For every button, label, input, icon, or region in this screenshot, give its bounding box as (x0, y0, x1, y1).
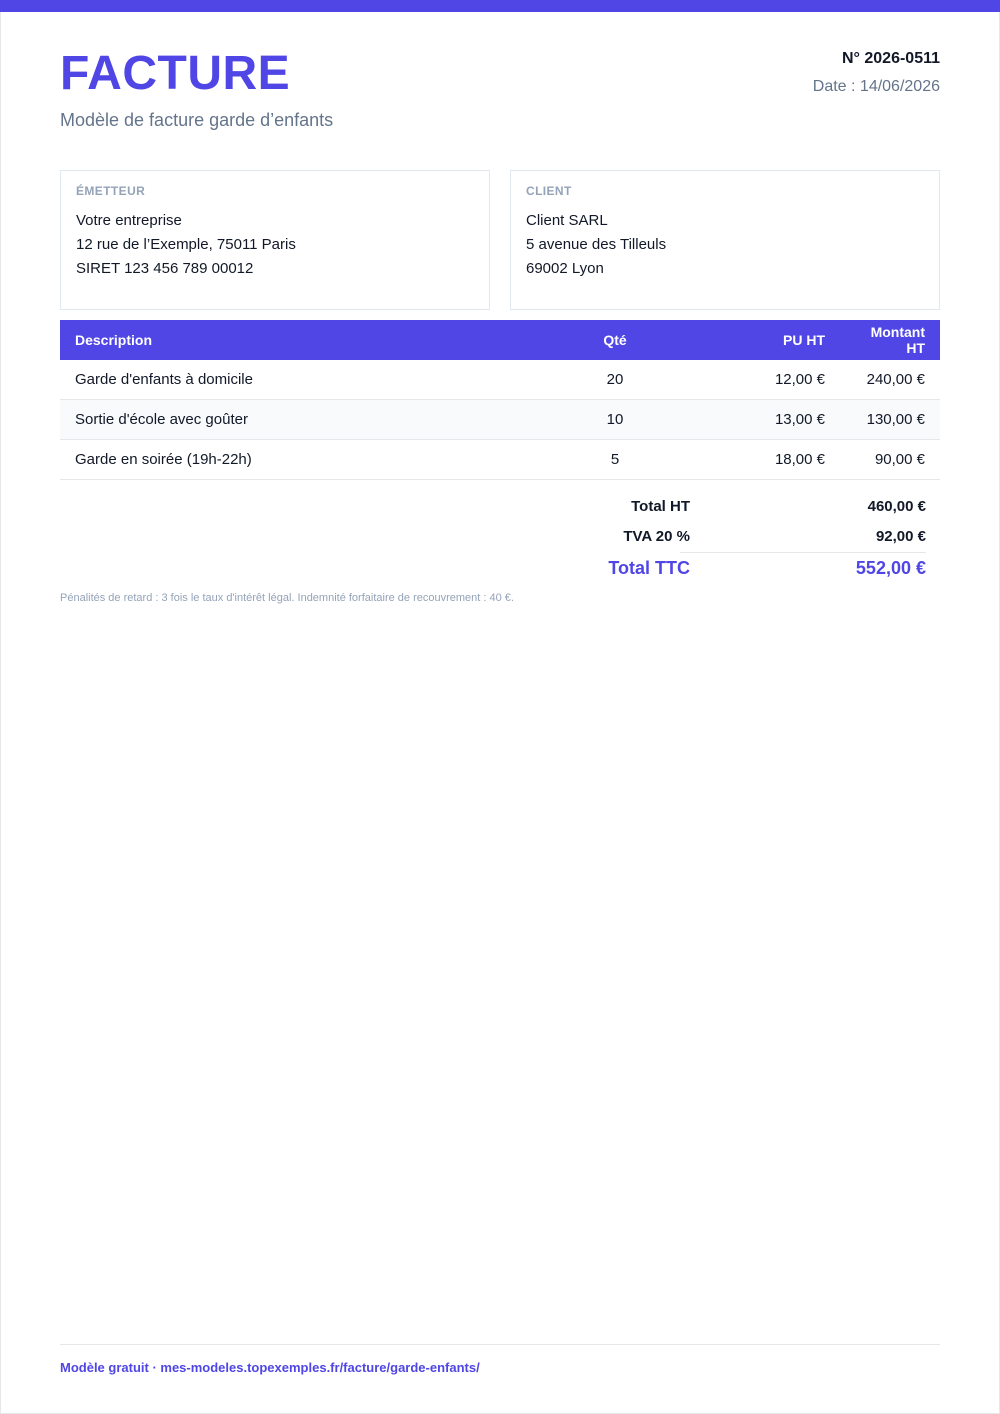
tva-label: TVA 20 % (623, 528, 690, 545)
item-amount: 90,00 € (840, 439, 940, 480)
item-unit-price: 18,00 € (670, 439, 840, 480)
table-row: Sortie d'école avec goûter 10 13,00 € 13… (60, 399, 940, 440)
emitter-line: SIRET 123 456 789 00012 (76, 260, 254, 277)
totals-divider (680, 552, 926, 553)
emitter-label: ÉMETTEUR (76, 184, 146, 198)
client-box: CLIENT Client SARL 5 avenue des Tilleuls… (510, 170, 940, 310)
tva-value: 92,00 € (875, 528, 926, 545)
footer-divider (60, 1344, 940, 1345)
invoice-number: N° 2026-0511 (841, 50, 940, 67)
invoice-meta: N° 2026-0511 Date : 14/06/2026 (813, 48, 940, 98)
item-description: Sortie d'école avec goûter (60, 399, 560, 440)
item-unit-price: 12,00 € (670, 360, 840, 400)
item-quantity: 10 (560, 399, 670, 440)
total-ttc-value: 552,00 € (855, 558, 926, 578)
table-row: Garde d'enfants à domicile 20 12,00 € 24… (60, 360, 940, 400)
item-amount: 240,00 € (840, 360, 940, 400)
emitter-line: 12 rue de l’Exemple, 75011 Paris (76, 236, 296, 253)
table-header-row: Description Qté PU HT Montant HT (60, 320, 940, 360)
total-ht-label: Total HT (631, 498, 690, 515)
document-subtitle: Modèle de facture garde d’enfants (60, 110, 334, 130)
client-label: CLIENT (526, 184, 572, 198)
emitter-box: ÉMETTEUR Votre entreprise 12 rue de l’Ex… (60, 170, 490, 310)
document-title: FACTURE (60, 47, 291, 100)
item-description: Garde en soirée (19h-22h) (60, 439, 560, 480)
invoice-date: Date : 14/06/2026 (812, 78, 940, 95)
item-unit-price: 13,00 € (670, 399, 840, 440)
column-header-quantity: Qté (560, 320, 670, 360)
legal-note: Pénalités de retard : 3 fois le taux d'i… (60, 592, 514, 604)
client-line: 5 avenue des Tilleuls (526, 236, 667, 253)
client-line: 69002 Lyon (526, 260, 604, 277)
item-quantity: 20 (560, 360, 670, 400)
document-header: FACTURE Modèle de facture garde d’enfant… (60, 44, 333, 131)
item-amount: 130,00 € (840, 399, 940, 440)
item-description: Garde d'enfants à domicile (60, 360, 560, 400)
items-table: Description Qté PU HT Montant HT Garde d… (60, 320, 940, 480)
total-ht-value: 460,00 € (867, 498, 926, 515)
item-quantity: 5 (560, 439, 670, 480)
client-line: Client SARL (526, 212, 608, 229)
column-header-unit-price: PU HT (670, 320, 840, 360)
emitter-line: Votre entreprise (76, 212, 182, 229)
column-header-amount: Montant HT (840, 320, 940, 360)
footer-link[interactable]: Modèle gratuit · mes-modeles.topexemples… (60, 1360, 480, 1375)
column-header-description: Description (60, 320, 560, 360)
table-row: Garde en soirée (19h-22h) 5 18,00 € 90,0… (60, 439, 940, 480)
accent-bar (0, 0, 1000, 12)
total-ttc-label: Total TTC (608, 558, 690, 578)
